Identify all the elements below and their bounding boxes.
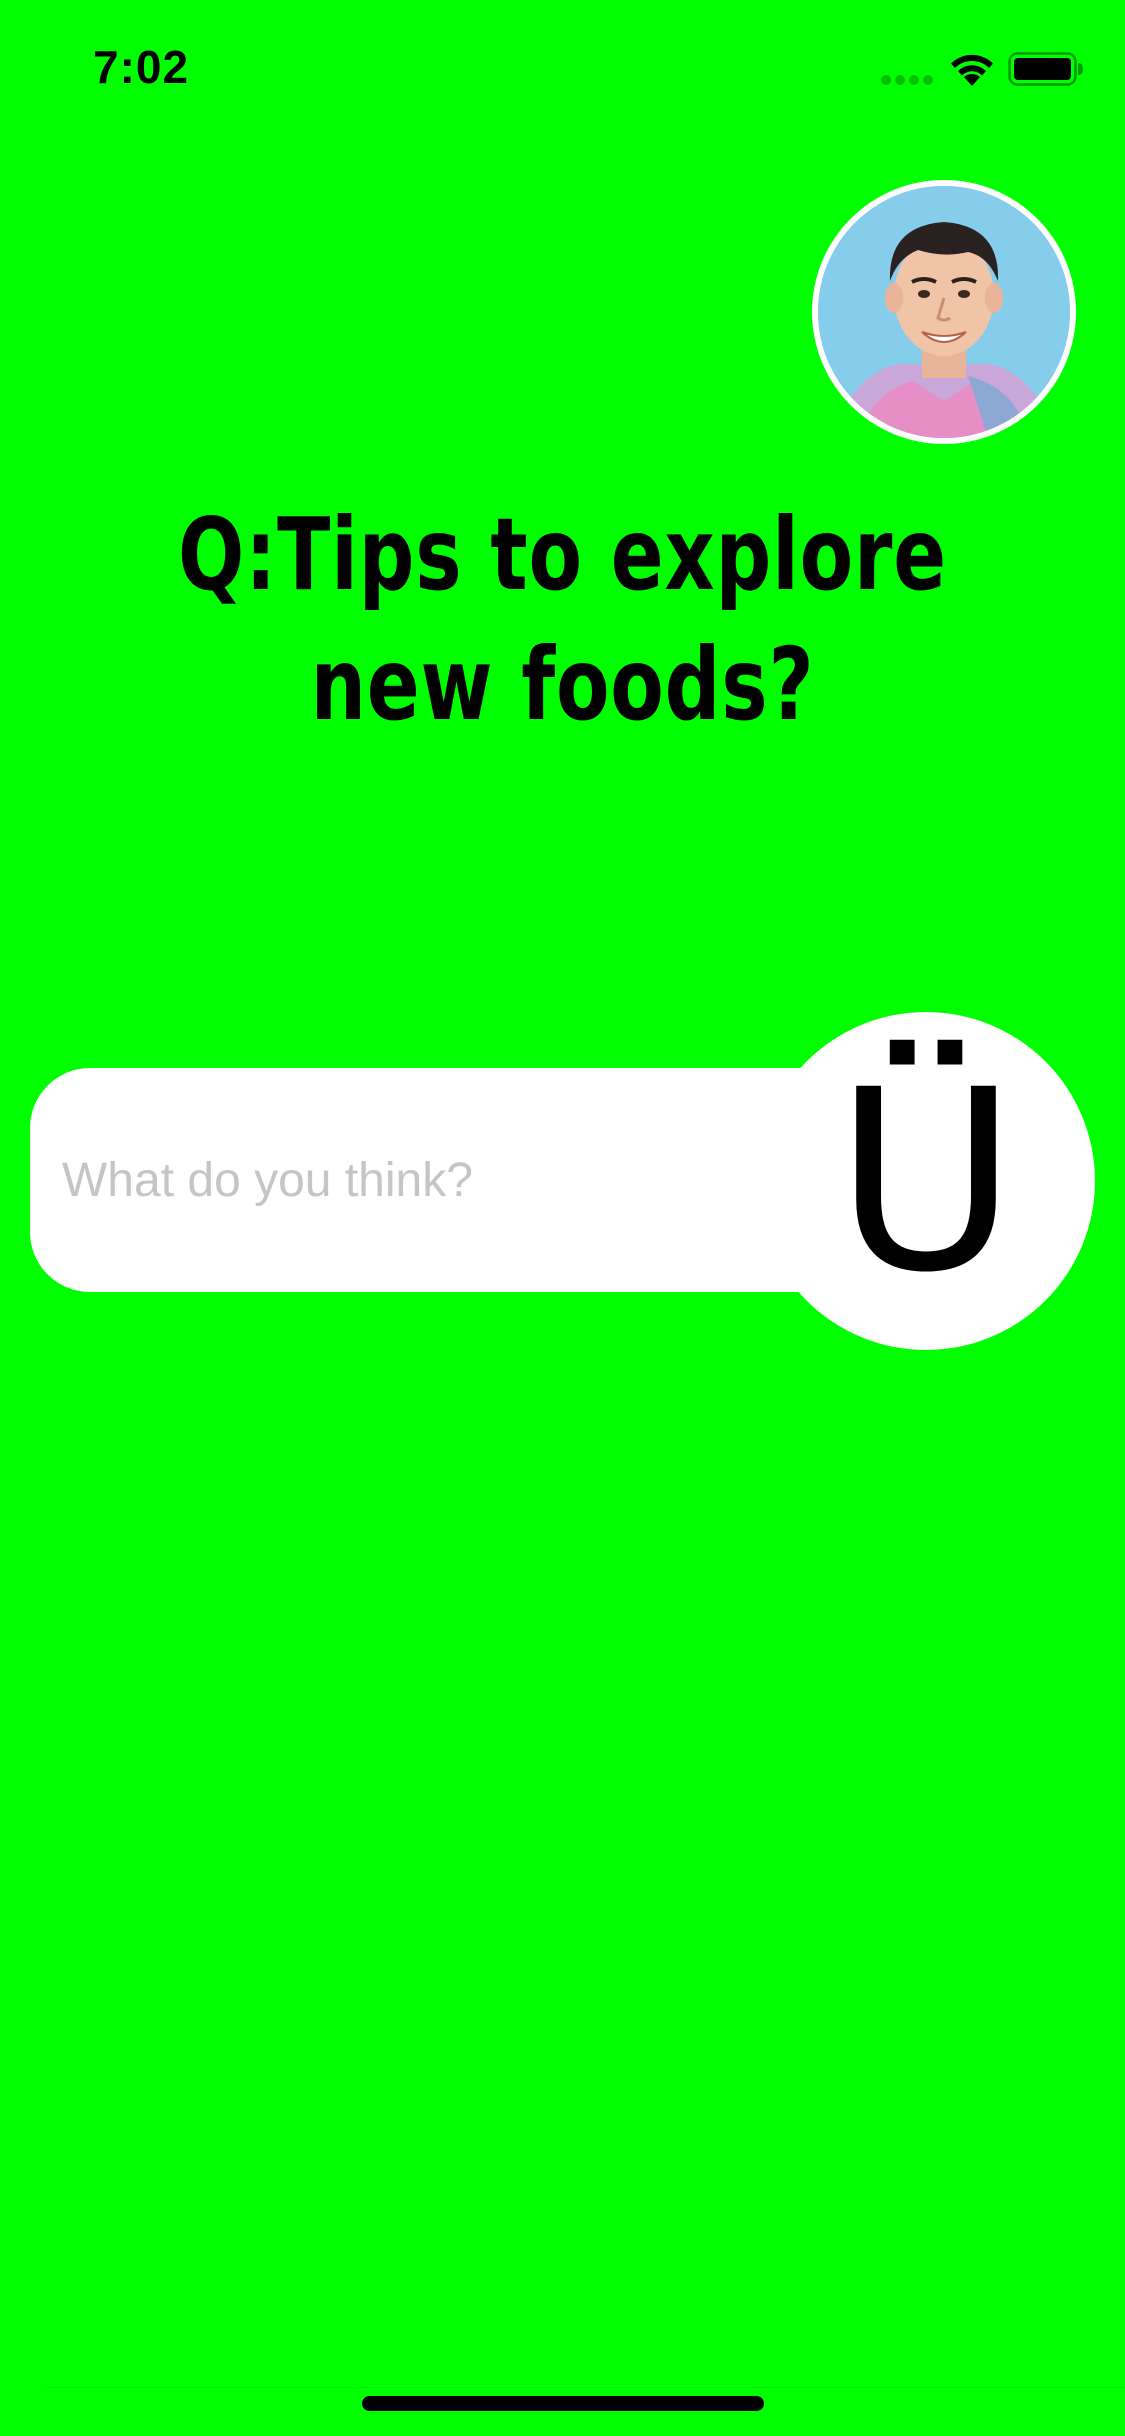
status-bar: 7:02 (0, 0, 1125, 130)
answer-input[interactable] (62, 1068, 822, 1292)
home-indicator[interactable] (362, 2396, 764, 2411)
battery-icon (1008, 52, 1083, 86)
submit-glyph: Ü (834, 1036, 1018, 1327)
wifi-icon (951, 54, 993, 86)
bottom-divider (45, 2387, 1125, 2388)
status-time: 7:02 (93, 41, 190, 93)
signal-dots-icon (881, 75, 933, 85)
submit-button[interactable]: Ü (757, 1012, 1095, 1350)
question-title: Q:Tips to explore new foods? (178, 496, 947, 743)
avatar[interactable] (812, 180, 1076, 444)
screen: 7:02 Q:Tips to explore new foods? What d… (0, 0, 1125, 2436)
user-avatar-icon (818, 186, 1070, 438)
